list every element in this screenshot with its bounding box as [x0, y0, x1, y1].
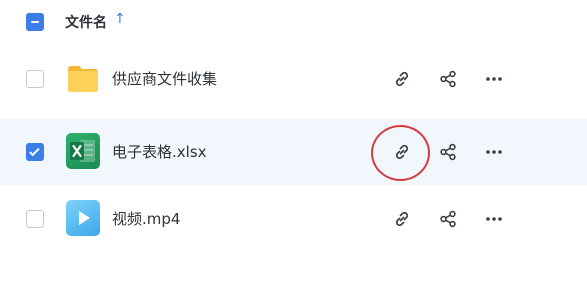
file-row-video[interactable]: 视频.mp4 [0, 186, 587, 252]
select-all-checkbox[interactable] [26, 13, 44, 31]
row-checkbox[interactable] [26, 70, 44, 88]
more-icon[interactable] [484, 69, 504, 89]
file-name[interactable]: 视频.mp4 [112, 208, 180, 229]
more-icon[interactable] [484, 209, 504, 229]
row-checkbox[interactable] [26, 210, 44, 228]
file-row-spreadsheet[interactable]: 电子表格.xlsx [0, 119, 587, 185]
column-header-filename[interactable]: 文件名 [65, 12, 107, 32]
excel-file-icon [66, 133, 100, 169]
link-icon[interactable] [392, 69, 412, 89]
video-file-icon [66, 200, 100, 236]
file-list-header: 文件名 ↑ [0, 0, 587, 44]
share-icon[interactable] [438, 209, 458, 229]
sort-ascending-icon[interactable]: ↑ [114, 11, 126, 27]
share-icon[interactable] [438, 69, 458, 89]
link-icon[interactable] [392, 209, 412, 229]
folder-icon [68, 66, 98, 92]
file-name[interactable]: 电子表格.xlsx [112, 141, 207, 162]
file-row-folder[interactable]: 供应商文件收集 [0, 46, 587, 112]
row-checkbox[interactable] [26, 143, 44, 161]
file-name[interactable]: 供应商文件收集 [112, 68, 217, 89]
highlight-circle [371, 125, 430, 181]
share-icon[interactable] [438, 142, 458, 162]
more-icon[interactable] [484, 142, 504, 162]
